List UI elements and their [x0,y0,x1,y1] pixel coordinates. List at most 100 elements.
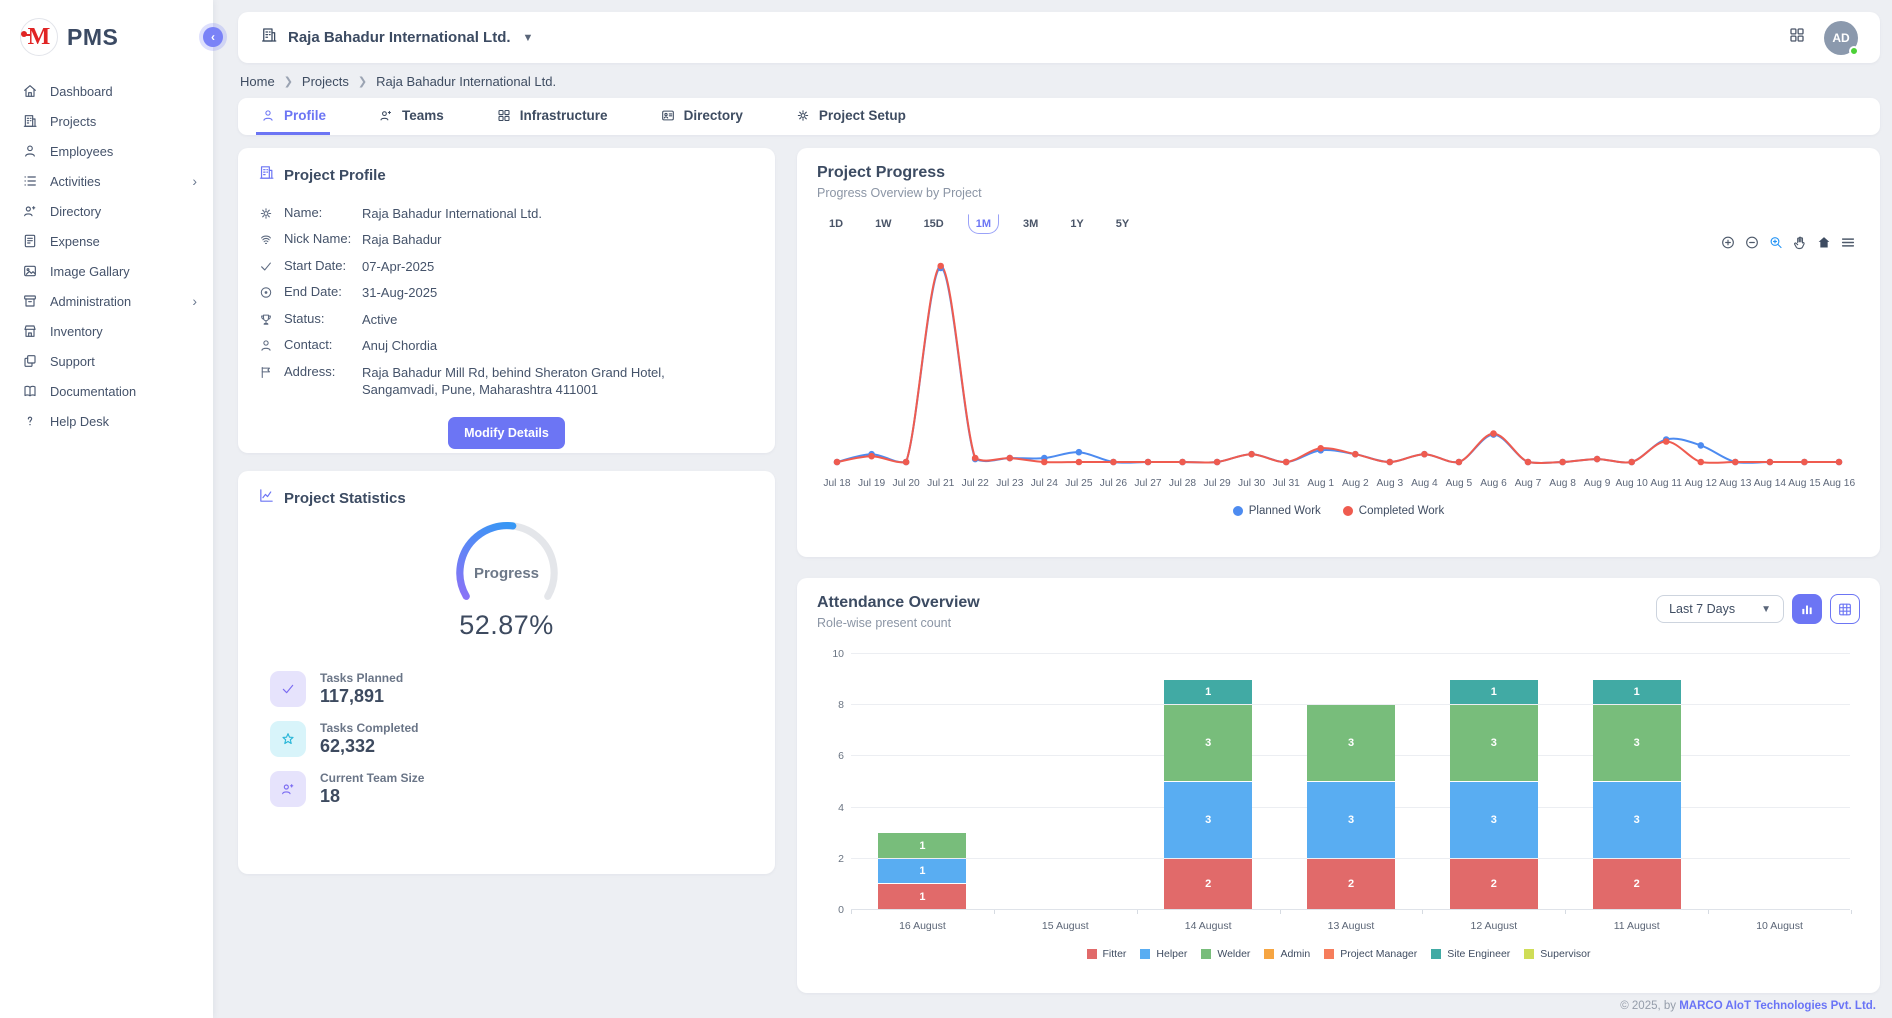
svg-text:Aug 11: Aug 11 [1650,478,1682,489]
svg-text:Jul 21: Jul 21 [927,478,955,489]
legend-item-welder[interactable]: Welder [1201,948,1250,960]
modify-details-button[interactable]: Modify Details [448,417,565,449]
table-view-button[interactable] [1830,594,1860,624]
bar-segment-fitter[interactable]: 2 [1450,859,1538,909]
range-button-1d[interactable]: 1D [821,214,851,234]
avatar[interactable]: AD [1824,21,1858,55]
svg-text:Jul 30: Jul 30 [1238,478,1266,489]
range-button-3m[interactable]: 3M [1015,214,1046,234]
bar-view-button[interactable] [1792,594,1822,624]
sidebar-item-activities[interactable]: Activities› [0,166,213,196]
zoom-icon[interactable] [1768,234,1784,251]
online-status-dot [1849,46,1859,56]
tab-teams[interactable]: Teams [374,98,448,135]
range-button-1m[interactable]: 1M [968,214,999,234]
circledot-icon [258,285,274,300]
stat-icon-box [270,671,306,707]
grid4-icon [496,108,512,123]
app-root: M PMS DashboardProjectsEmployeesActiviti… [0,0,1892,1018]
legend-item-admin[interactable]: Admin [1264,948,1310,960]
sidebar-item-projects[interactable]: Projects [0,106,213,136]
sidebar-item-support[interactable]: Support [0,346,213,376]
zoom-out-icon[interactable] [1744,234,1760,251]
sidebar-item-image-gallary[interactable]: Image Gallary [0,256,213,286]
footer-company-link[interactable]: MARCO AIoT Technologies Pvt. Ltd. [1679,1000,1876,1012]
progress-line-chart[interactable]: Jul 18Jul 19Jul 20Jul 21Jul 22Jul 23Jul … [817,236,1860,503]
bar-segment-helper[interactable]: 3 [1307,782,1395,858]
company-selector[interactable]: Raja Bahadur International Ltd. ▼ [260,26,533,49]
tab-profile[interactable]: Profile [256,98,330,135]
bar-segment-helper[interactable]: 3 [1593,782,1681,858]
home-icon[interactable] [1816,234,1832,251]
svg-text:Jul 27: Jul 27 [1134,478,1162,489]
zoom-in-icon[interactable] [1720,234,1736,251]
sidebar-item-inventory[interactable]: Inventory [0,316,213,346]
bar-segment-fitter[interactable]: 2 [1164,859,1252,909]
bar-segment-welder[interactable]: 3 [1307,705,1395,781]
bar-segment-welder[interactable]: 1 [878,833,966,858]
bar-segment-site-engineer[interactable]: 1 [1164,680,1252,705]
chart-toolbar [1720,234,1856,251]
field-label: Status: [284,311,362,326]
bar-segment-helper[interactable]: 1 [878,859,966,884]
legend-item-site-engineer[interactable]: Site Engineer [1431,948,1510,960]
stat-label: Current Team Size [320,771,424,785]
range-button-5y[interactable]: 5Y [1108,214,1137,234]
legend-item-helper[interactable]: Helper [1140,948,1187,960]
apps-grid-button[interactable] [1788,26,1806,49]
app-logo[interactable]: M PMS [0,10,213,72]
project-statistics-card: Project Statistics [238,471,775,874]
bar-segment-welder[interactable]: 3 [1450,705,1538,781]
tab-project-setup[interactable]: Project Setup [791,98,910,135]
legend-item-fitter[interactable]: Fitter [1087,948,1127,960]
x-axis-tick [1851,910,1852,914]
users-icon [378,108,394,123]
svg-text:Jul 23: Jul 23 [996,478,1024,489]
sidebar-item-label: Directory [50,204,101,219]
sidebar-item-help-desk[interactable]: Help Desk [0,406,213,436]
sidebar-item-dashboard[interactable]: Dashboard [0,76,213,106]
chevron-right-icon: › [192,174,197,188]
attendance-range-select[interactable]: Last 7 Days ▼ [1656,595,1784,623]
sidebar-item-directory[interactable]: Directory [0,196,213,226]
bar-segment-fitter[interactable]: 2 [1593,859,1681,909]
attendance-bar-chart[interactable]: 0246810111233123323312331 [851,654,1850,910]
bar-segment-fitter[interactable]: 1 [878,884,966,909]
x-axis-label: 16 August [899,920,946,932]
legend-item-project-manager[interactable]: Project Manager [1324,948,1417,960]
bar-segment-welder[interactable]: 3 [1593,705,1681,781]
svg-text:Jul 26: Jul 26 [1100,478,1128,489]
bar-segment-helper[interactable]: 3 [1164,782,1252,858]
legend-item-planned-work[interactable]: Planned Work [1233,505,1321,517]
legend-item-completed-work[interactable]: Completed Work [1343,505,1444,517]
x-axis-tick [1137,910,1138,914]
attendance-x-labels: 16 August15 August14 August13 August12 A… [851,920,1850,934]
sidebar-collapse-button[interactable]: ‹ [203,27,223,47]
bar-segment-fitter[interactable]: 2 [1307,859,1395,909]
legend-marker [1324,949,1334,959]
legend-item-supervisor[interactable]: Supervisor [1524,948,1590,960]
sidebar-item-documentation[interactable]: Documentation [0,376,213,406]
bar-segment-site-engineer[interactable]: 1 [1450,680,1538,705]
company-name: Raja Bahadur International Ltd. [288,29,511,46]
bar-segment-welder[interactable]: 3 [1164,705,1252,781]
footer-copyright: © 2025, by [1620,1000,1679,1012]
breadcrumb-item-projects[interactable]: Projects [302,74,349,89]
breadcrumb-item-home[interactable]: Home [240,74,275,89]
sidebar-item-employees[interactable]: Employees [0,136,213,166]
profile-field-end-date: End Date:31-Aug-2025 [258,280,755,307]
sidebar-item-administration[interactable]: Administration› [0,286,213,316]
svg-text:Aug 5: Aug 5 [1446,478,1473,489]
range-button-15d[interactable]: 15D [916,214,952,234]
tab-infrastructure[interactable]: Infrastructure [492,98,612,135]
tab-directory[interactable]: Directory [656,98,747,135]
range-button-1w[interactable]: 1W [867,214,900,234]
field-label: End Date: [284,284,362,299]
sidebar-menu: DashboardProjectsEmployeesActivities› Dir… [0,72,213,440]
pan-icon[interactable] [1792,234,1808,251]
bar-segment-site-engineer[interactable]: 1 [1593,680,1681,705]
range-button-1y[interactable]: 1Y [1062,214,1091,234]
sidebar-item-expense[interactable]: Expense [0,226,213,256]
bar-segment-helper[interactable]: 3 [1450,782,1538,858]
menu-icon[interactable] [1840,234,1856,251]
